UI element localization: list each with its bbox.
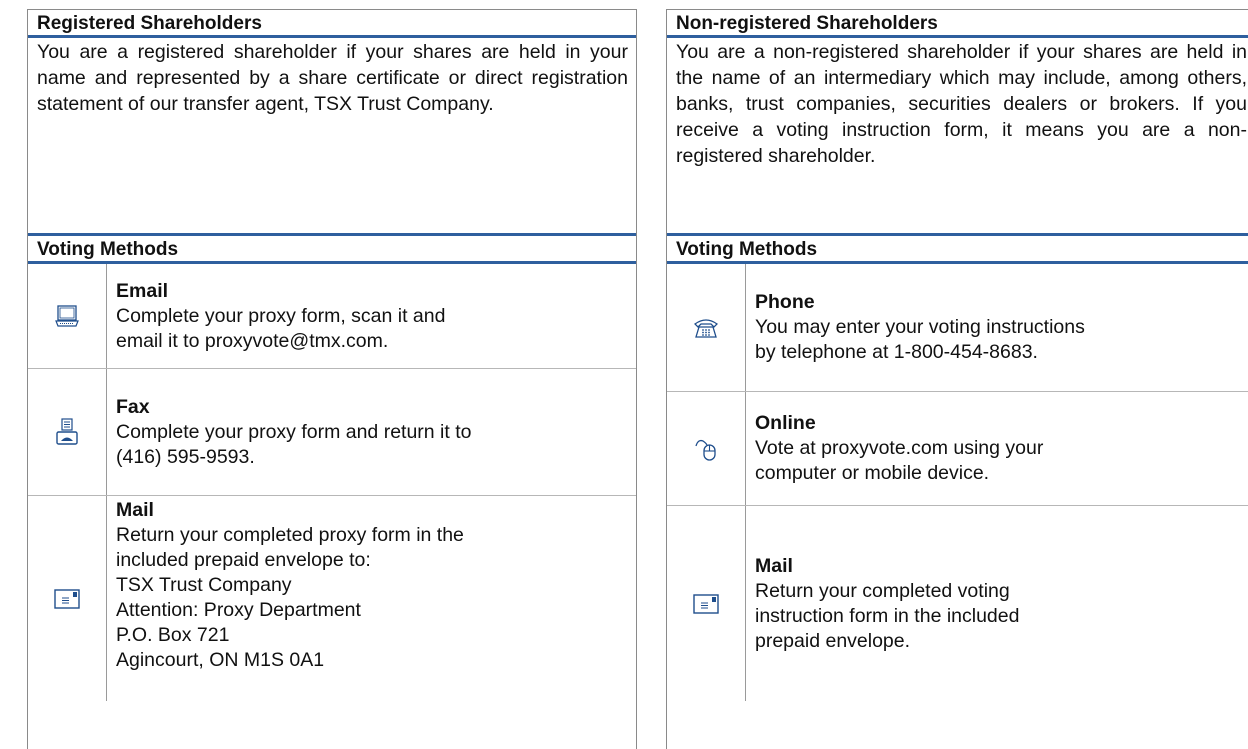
fax-icon — [28, 369, 107, 495]
voting-method-online: Online Vote at proxyvote.com using your … — [667, 391, 1248, 505]
method-text: Return your completed voting — [755, 579, 1010, 602]
method-text: instruction form in the included — [755, 604, 1020, 627]
method-text: P.O. Box 721 — [116, 624, 230, 646]
method-text: Agincourt, ON M1S 0A1 — [116, 649, 325, 671]
registered-shareholders-description: You are a registered shareholder if your… — [37, 41, 628, 115]
voting-method-mail: Mail Return your completed voting instru… — [667, 505, 1248, 701]
method-text: email it to proxyvote@tmx.com. — [116, 329, 389, 352]
voting-methods-heading: Voting Methods — [28, 233, 636, 264]
method-text: Complete your proxy form, scan it and — [116, 304, 446, 327]
method-text: by telephone at 1-800-454-8683. — [755, 341, 1038, 363]
registered-shareholders-panel: Registered Shareholders You are a regist… — [27, 9, 637, 749]
method-text: TSX Trust Company — [116, 574, 292, 596]
method-text: Complete your proxy form and return it t… — [116, 420, 472, 443]
voting-method-email: Email Complete your proxy form, scan it … — [28, 264, 636, 368]
mouse-icon — [667, 392, 746, 505]
method-title: Mail — [116, 499, 154, 521]
method-text: prepaid envelope. — [755, 629, 911, 652]
envelope-icon — [28, 496, 107, 701]
method-text: Return your completed proxy form in the — [116, 524, 464, 546]
non-registered-shareholders-heading: Non-registered Shareholders — [667, 9, 1248, 38]
method-text: (416) 595-9593. — [116, 445, 255, 468]
non-registered-shareholders-description: You are a non-registered shareholder if … — [676, 41, 1247, 167]
voting-methods-heading: Voting Methods — [667, 233, 1248, 264]
method-title: Phone — [755, 291, 815, 313]
non-registered-shareholders-panel: Non-registered Shareholders You are a no… — [666, 9, 1248, 749]
method-text: included prepaid envelope to: — [116, 549, 371, 571]
voting-method-phone: Phone You may enter your voting instruct… — [667, 264, 1248, 391]
method-title: Online — [755, 412, 816, 434]
method-text: You may enter your voting instructions — [755, 316, 1085, 338]
registered-shareholders-heading: Registered Shareholders — [28, 9, 636, 38]
method-text: Vote at proxyvote.com using your — [755, 437, 1044, 459]
method-title: Fax — [116, 395, 150, 418]
method-title: Mail — [755, 554, 793, 577]
telephone-icon — [667, 264, 746, 391]
envelope-icon — [667, 506, 746, 701]
method-text: computer or mobile device. — [755, 462, 990, 484]
method-title: Email — [116, 279, 169, 302]
voting-method-mail: Mail Return your completed proxy form in… — [28, 495, 636, 701]
computer-icon — [28, 264, 107, 368]
voting-method-fax: Fax Complete your proxy form and return … — [28, 368, 636, 495]
method-text: Attention: Proxy Department — [116, 599, 361, 621]
